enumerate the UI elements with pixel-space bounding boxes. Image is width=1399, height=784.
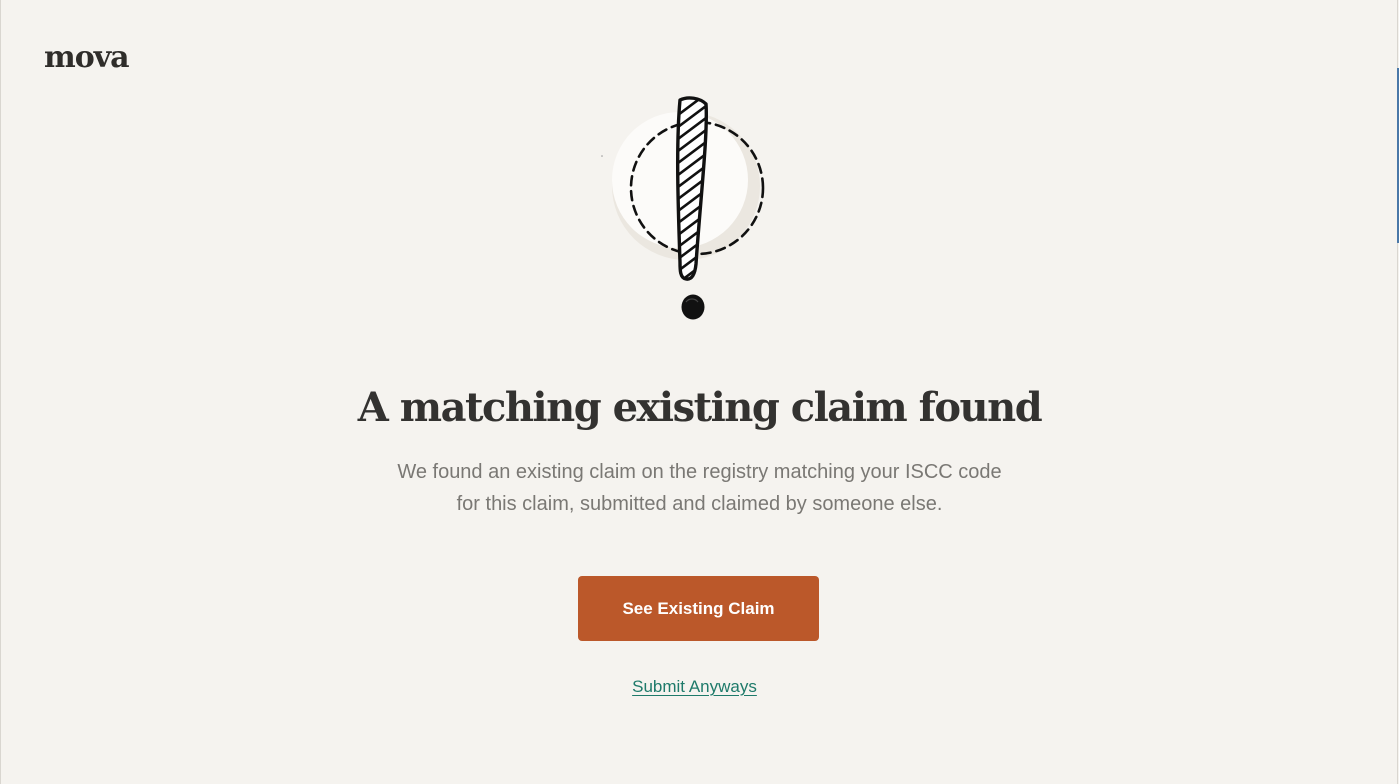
exclamation-mark-icon bbox=[596, 94, 776, 326]
submit-anyways-link-text[interactable]: Submit Anyways bbox=[632, 677, 757, 696]
see-existing-claim-button[interactable]: See Existing Claim bbox=[578, 576, 819, 641]
page-title: A matching existing claim found bbox=[357, 384, 1043, 431]
description-line-1: We found an existing claim on the regist… bbox=[397, 461, 1002, 483]
description-text: We found an existing claim on the regist… bbox=[370, 456, 1029, 520]
description-line-2: for this claim, submitted and claimed by… bbox=[456, 493, 943, 515]
mova-logo[interactable]: mova bbox=[44, 38, 130, 78]
submit-anyways-link: Submit Anyways bbox=[0, 675, 1389, 699]
